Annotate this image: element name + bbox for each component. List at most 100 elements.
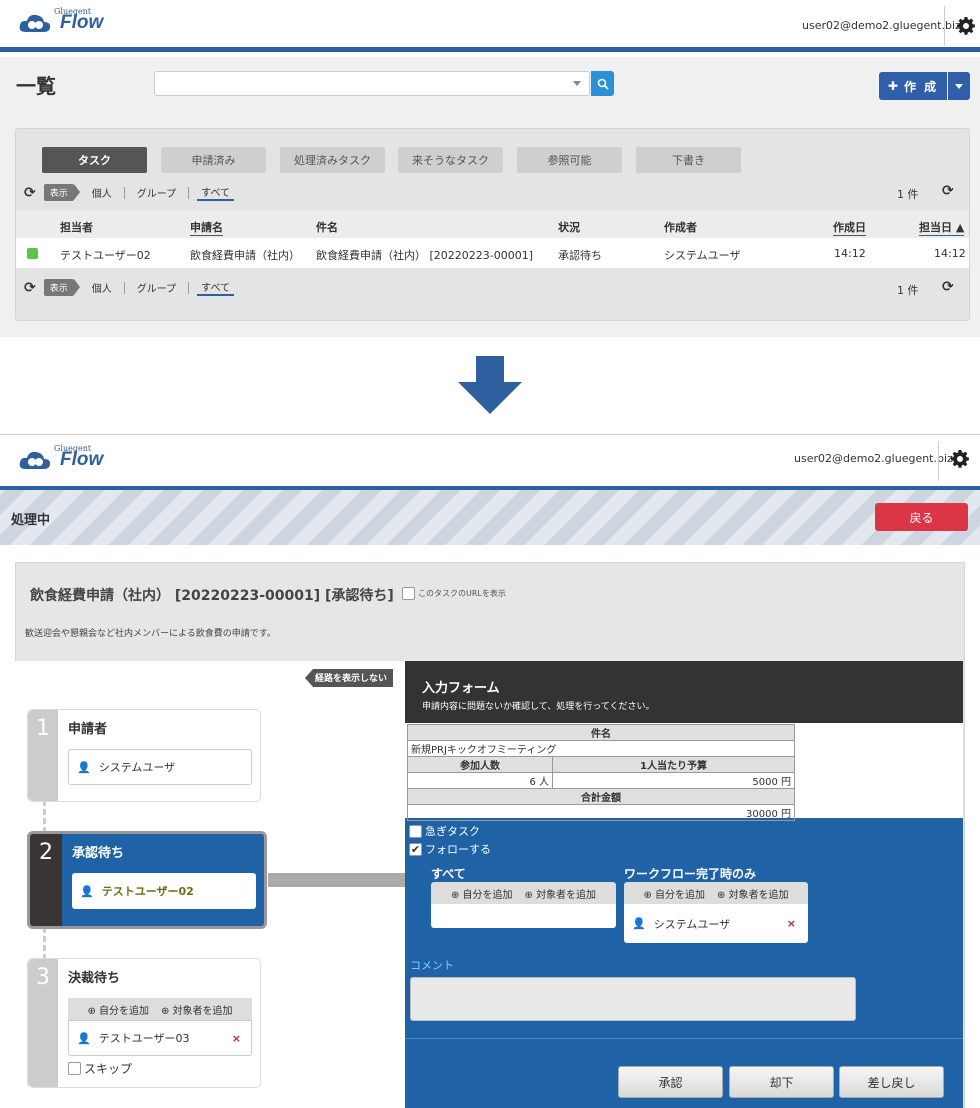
- row-subject[interactable]: 飲食経費申請（社内） [20220223-00001]: [316, 247, 533, 263]
- step-number: 2: [30, 834, 62, 926]
- add-self-button[interactable]: ⊕ 自分を追加: [643, 886, 705, 901]
- user-email[interactable]: user02@demo2.gluegent.biz: [802, 19, 961, 32]
- back-button[interactable]: 戻る: [875, 503, 968, 531]
- checkbox[interactable]: [409, 824, 422, 838]
- reject-button[interactable]: 却下: [729, 1066, 834, 1098]
- status-indicator: [27, 248, 38, 259]
- row-status: 承認待ち: [558, 249, 602, 262]
- add-self-label: 自分を追加: [99, 1005, 149, 1017]
- divider: [123, 281, 125, 294]
- subject-value: 新規PRJキックオフミーティング: [407, 740, 795, 757]
- total-cell: 30000 円: [407, 804, 795, 821]
- total-value: 30000: [746, 809, 778, 820]
- search-icon: [597, 78, 609, 90]
- filter-all[interactable]: すべて: [197, 279, 235, 296]
- add-target-label: 対象者を追加: [536, 889, 597, 901]
- urgent-label: 急ぎタスク: [425, 825, 480, 838]
- step-person: 👤 システムユーザ: [68, 749, 252, 785]
- follow-all-label: すべて: [431, 867, 466, 881]
- add-self-label: 自分を追加: [462, 889, 513, 901]
- skip-label: スキップ: [84, 1062, 133, 1076]
- filter-personal[interactable]: 個人: [88, 280, 116, 295]
- urgent-checkbox[interactable]: 急ぎタスク: [409, 823, 480, 839]
- filter-group[interactable]: グループ: [133, 280, 180, 295]
- col-creator[interactable]: 作成者: [664, 219, 697, 235]
- follow-checkbox[interactable]: ✔ フォローする: [409, 841, 491, 857]
- result-count: 1 件: [897, 188, 919, 201]
- col-app[interactable]: 申請名: [190, 219, 223, 236]
- remove-icon[interactable]: ×: [787, 917, 796, 930]
- tab-upcoming[interactable]: 来そうなタスク: [398, 147, 503, 173]
- step-number: 3: [28, 959, 58, 1087]
- show-url-checkbox[interactable]: このタスクのURLを表示: [402, 587, 506, 600]
- refresh-icon[interactable]: ⟳: [942, 183, 954, 199]
- skip-checkbox[interactable]: スキップ: [68, 1060, 132, 1077]
- col-assigned[interactable]: 担当日 ▲: [919, 219, 965, 236]
- chevron-down-icon: [573, 81, 581, 86]
- add-self-label: 自分を追加: [655, 889, 705, 901]
- filter-personal[interactable]: 個人: [88, 185, 116, 200]
- tab-task[interactable]: タスク: [42, 147, 147, 173]
- divider: [188, 281, 190, 294]
- approve-button[interactable]: 承認: [618, 1066, 723, 1098]
- col-created[interactable]: 作成日: [833, 219, 866, 236]
- follow-all-addbar: ⊕ 自分を追加 ⊕ 対象者を追加: [431, 882, 616, 904]
- tab-applied[interactable]: 申請済み: [161, 147, 266, 173]
- row-creator: システムユーザ: [664, 249, 741, 262]
- search-button[interactable]: [591, 71, 614, 96]
- col-subject[interactable]: 件名: [316, 219, 338, 235]
- tab-viewable[interactable]: 参照可能: [517, 147, 622, 173]
- add-target-label: 対象者を追加: [728, 889, 789, 901]
- request-title: 飲食経費申請（社内） [20220223-00001] [承認待ち]: [30, 588, 394, 604]
- create-dropdown-button[interactable]: [948, 72, 970, 100]
- add-self-button[interactable]: ⊕ 自分を追加: [87, 1002, 149, 1017]
- route-step-2: 2 承認待ち 👤 テストユーザー02: [27, 831, 267, 929]
- gear-icon[interactable]: [946, 445, 974, 473]
- hide-route-button[interactable]: 経路を表示しない: [305, 669, 394, 687]
- table-header: 担当者 申請名 件名 状況 作成者 作成日 担当日 ▲: [16, 210, 969, 238]
- route-link: [268, 873, 405, 887]
- participants-cell: 6 人: [407, 772, 553, 789]
- checkbox-checked[interactable]: ✔: [409, 842, 422, 856]
- refresh-icon[interactable]: ⟳: [942, 279, 954, 295]
- participants-label: 参加人数: [407, 756, 553, 773]
- filter-bar-bottom: ⟳ 表示 個人 グループ すべて: [24, 279, 235, 296]
- filter-bar-top: ⟳ 表示 個人 グループ すべて: [24, 184, 235, 201]
- filter-all[interactable]: すべて: [197, 184, 235, 201]
- checkbox[interactable]: [402, 587, 415, 600]
- yen-unit: 円: [781, 809, 791, 820]
- col-assignee[interactable]: 担当者: [60, 219, 93, 235]
- comment-textarea[interactable]: [410, 977, 856, 1021]
- refresh-icon[interactable]: ⟳: [24, 185, 36, 201]
- gear-icon[interactable]: [952, 12, 980, 40]
- show-url-label: このタスクのURLを表示: [418, 589, 506, 598]
- step-title: 承認待ち: [72, 846, 125, 861]
- filter-group[interactable]: グループ: [133, 185, 180, 200]
- add-target-button[interactable]: ⊕ 対象者を追加: [525, 886, 597, 901]
- add-target-button[interactable]: ⊕ 対象者を追加: [717, 886, 789, 901]
- tab-draft[interactable]: 下書き: [636, 147, 741, 173]
- add-target-label: 対象者を追加: [172, 1005, 233, 1017]
- remove-icon[interactable]: ×: [232, 1032, 241, 1045]
- send-back-button[interactable]: 差し戻し: [839, 1066, 944, 1098]
- checkbox[interactable]: [68, 1062, 81, 1075]
- step-person: 👤 テストユーザー03 ×: [68, 1020, 252, 1056]
- create-label: 作 成: [903, 79, 939, 94]
- col-status[interactable]: 状況: [558, 219, 580, 235]
- page-title: 一覧: [16, 74, 56, 98]
- row-app: 飲食経費申請（社内）: [190, 249, 300, 262]
- add-target-button[interactable]: ⊕ 対象者を追加: [161, 1002, 233, 1017]
- display-badge: 表示: [43, 279, 80, 296]
- refresh-icon[interactable]: ⟳: [24, 280, 36, 296]
- logo: Gluegent Flow: [18, 444, 103, 471]
- create-button[interactable]: ✚ 作 成: [879, 72, 947, 100]
- add-self-button[interactable]: ⊕ 自分を追加: [451, 886, 513, 901]
- header-top: Gluegent Flow user02@demo2.gluegent.biz: [0, 0, 980, 52]
- user-email[interactable]: user02@demo2.gluegent.biz: [794, 452, 953, 465]
- brand-small: Gluegent: [54, 7, 92, 16]
- tab-processed[interactable]: 処理済みタスク: [280, 147, 385, 173]
- person-name: テストユーザー03: [98, 1032, 190, 1045]
- form-title: 入力フォーム: [422, 681, 500, 696]
- table-row[interactable]: テストユーザー02 飲食経費申請（社内） 飲食経費申請（社内） [2022022…: [16, 238, 969, 268]
- view-select[interactable]: [154, 71, 590, 96]
